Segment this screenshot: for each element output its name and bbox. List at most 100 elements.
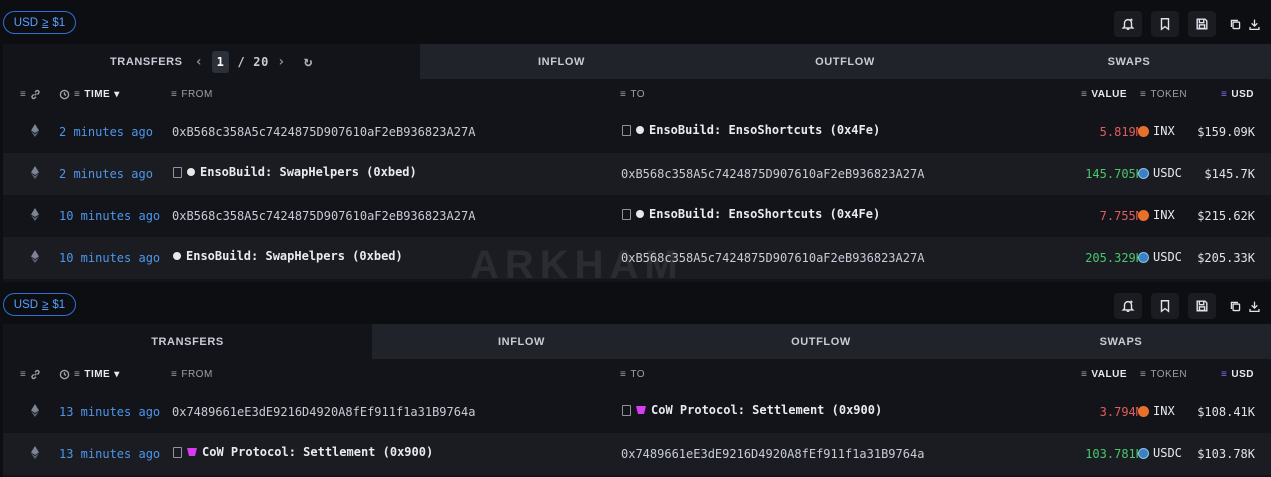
copy-icon[interactable] xyxy=(1229,18,1242,31)
tab-outflow[interactable]: OUTFLOW xyxy=(703,44,987,79)
header-to[interactable]: ≡ TO xyxy=(620,89,645,100)
row-from-address[interactable]: 0xB568c358A5c7424875D907610aF2eB936823A2… xyxy=(172,209,475,223)
tab-outflow[interactable]: OUTFLOW xyxy=(671,324,971,359)
row-token[interactable]: INX xyxy=(1138,124,1175,138)
table-row[interactable]: 2 minutes ago EnsoBuild: SwapHelpers (0x… xyxy=(3,153,1271,195)
row-from-address[interactable]: 0xB568c358A5c7424875D907610aF2eB936823A2… xyxy=(172,125,475,139)
token-filter-icon[interactable]: ≡ xyxy=(1140,369,1146,380)
link-icon[interactable] xyxy=(30,369,41,380)
copy-icon[interactable] xyxy=(1229,300,1242,313)
tab-inflow[interactable]: INFLOW xyxy=(372,324,671,359)
header-time[interactable]: ≡ TIME ▾ xyxy=(59,89,120,100)
table-row[interactable]: 10 minutes ago 0xB568c358A5c7424875D9076… xyxy=(3,195,1271,237)
alert-button[interactable] xyxy=(1114,293,1142,319)
time-filter-icon[interactable]: ≡ xyxy=(74,369,80,380)
row-from-entity[interactable]: EnsoBuild: SwapHelpers (0xbed) xyxy=(173,165,417,179)
row-to-entity[interactable]: CoW Protocol: Settlement (0x900) xyxy=(622,403,882,417)
header-time[interactable]: ≡ TIME ▾ xyxy=(59,369,120,380)
alert-button[interactable] xyxy=(1114,11,1142,37)
sort-desc-icon[interactable]: ▾ xyxy=(114,369,120,380)
row-time[interactable]: 2 minutes ago xyxy=(59,167,153,181)
prev-page-icon[interactable]: ‹ xyxy=(195,54,204,70)
row-from-entity[interactable]: CoW Protocol: Settlement (0x900) xyxy=(173,445,433,459)
cow-protocol-logo-icon xyxy=(636,406,646,414)
filter-icon[interactable]: ≡ xyxy=(20,89,26,100)
table-row[interactable]: 13 minutes ago CoW Protocol: Settlement … xyxy=(3,433,1271,475)
table-row[interactable]: 2 minutes ago 0xB568c358A5c7424875D90761… xyxy=(3,111,1271,153)
save-button[interactable] xyxy=(1188,293,1216,319)
token-filter-icon[interactable]: ≡ xyxy=(1140,89,1146,100)
save-button[interactable] xyxy=(1188,11,1216,37)
bookmark-button[interactable] xyxy=(1151,293,1179,319)
tab-swaps[interactable]: SWAPS xyxy=(987,44,1271,79)
usd-filter-amount: $1 xyxy=(52,16,66,29)
filter-icon[interactable]: ≡ xyxy=(20,369,26,380)
row-token[interactable]: INX xyxy=(1138,404,1175,418)
usd-filter-pill[interactable]: USD ≥ $1 xyxy=(3,11,76,34)
header-usd[interactable]: ≡ USD xyxy=(1221,89,1254,100)
row-to-entity[interactable]: EnsoBuild: EnsoShortcuts (0x4Fe) xyxy=(622,207,880,221)
header-token[interactable]: ≡ TOKEN xyxy=(1140,89,1187,100)
value-filter-icon[interactable]: ≡ xyxy=(1081,369,1087,380)
to-filter-icon[interactable]: ≡ xyxy=(620,369,626,380)
from-filter-icon[interactable]: ≡ xyxy=(171,89,177,100)
bookmark-button[interactable] xyxy=(1151,11,1179,37)
next-page-icon[interactable]: › xyxy=(277,54,286,70)
current-page[interactable]: 1 xyxy=(211,50,230,73)
header-value[interactable]: ≡ VALUE xyxy=(1081,89,1127,100)
row-time[interactable]: 13 minutes ago xyxy=(59,447,160,461)
download-icon[interactable] xyxy=(1248,300,1261,313)
refresh-icon[interactable]: ↻ xyxy=(304,54,313,70)
row-time[interactable]: 10 minutes ago xyxy=(59,209,160,223)
ethereum-chain-icon xyxy=(31,208,39,221)
row-token[interactable]: USDC xyxy=(1138,446,1182,460)
sort-desc-icon[interactable]: ▾ xyxy=(114,89,120,100)
tab-transfers[interactable]: TRANSFERS xyxy=(3,324,372,359)
tab-inflow[interactable]: INFLOW xyxy=(420,44,703,79)
row-from-address[interactable]: 0x7489661eE3dE9216D4920A8fEf911f1a31B976… xyxy=(172,405,475,419)
header-token[interactable]: ≡ TOKEN xyxy=(1140,369,1187,380)
usd-filter-label: USD xyxy=(13,16,39,29)
usdc-token-icon xyxy=(1138,251,1149,263)
to-filter-icon[interactable]: ≡ xyxy=(620,89,626,100)
row-from-label: CoW Protocol: Settlement (0x900) xyxy=(202,445,434,459)
header-to[interactable]: ≡ TO xyxy=(620,369,645,380)
row-to-address[interactable]: 0xB568c358A5c7424875D907610aF2eB936823A2… xyxy=(621,167,924,181)
tab-swaps-label: SWAPS xyxy=(1099,335,1143,348)
link-icon[interactable] xyxy=(30,89,41,100)
from-filter-icon[interactable]: ≡ xyxy=(171,369,177,380)
table-row[interactable]: 13 minutes ago 0x7489661eE3dE9216D4920A8… xyxy=(3,391,1271,433)
tab-swaps[interactable]: SWAPS xyxy=(971,324,1271,359)
usd-filter-icon[interactable]: ≡ xyxy=(1221,89,1227,100)
row-token[interactable]: USDC xyxy=(1138,166,1182,180)
usd-filter-pill[interactable]: USD ≥ $1 xyxy=(3,293,76,316)
row-token-label: INX xyxy=(1153,124,1175,138)
header-from[interactable]: ≡ FROM xyxy=(171,89,213,100)
header-value-label: VALUE xyxy=(1091,89,1127,100)
header-value[interactable]: ≡ VALUE xyxy=(1081,369,1127,380)
time-filter-icon[interactable]: ≡ xyxy=(74,89,80,100)
usd-filter-op: ≥ xyxy=(42,298,49,311)
tab-swaps-label: SWAPS xyxy=(1107,55,1151,68)
value-filter-icon[interactable]: ≡ xyxy=(1081,89,1087,100)
row-token-label: INX xyxy=(1153,208,1175,222)
row-time[interactable]: 2 minutes ago xyxy=(59,125,153,139)
row-from-entity[interactable]: EnsoBuild: SwapHelpers (0xbed) xyxy=(173,249,403,263)
row-time[interactable]: 13 minutes ago xyxy=(59,405,160,419)
row-time[interactable]: 10 minutes ago xyxy=(59,251,160,265)
transfers-panel-1: USD ≥ $1 TRANSFERS ‹ 1 / 20 › ↻ INFLOW O… xyxy=(0,0,1271,287)
download-icon[interactable] xyxy=(1248,18,1261,31)
header-usd[interactable]: ≡ USD xyxy=(1221,369,1254,380)
row-value: 205.329K xyxy=(1085,251,1143,265)
header-from[interactable]: ≡ FROM xyxy=(171,369,213,380)
panel-toolbar: USD ≥ $1 xyxy=(0,282,1271,326)
tab-transfers[interactable]: TRANSFERS ‹ 1 / 20 › ↻ xyxy=(3,44,420,79)
tab-inflow-label: INFLOW xyxy=(498,335,545,348)
usd-filter-icon[interactable]: ≡ xyxy=(1221,369,1227,380)
row-to-address[interactable]: 0x7489661eE3dE9216D4920A8fEf911f1a31B976… xyxy=(621,447,924,461)
row-token[interactable]: INX xyxy=(1138,208,1175,222)
row-from-label: EnsoBuild: SwapHelpers (0xbed) xyxy=(186,249,403,263)
row-token[interactable]: USDC xyxy=(1138,250,1182,264)
panel-toolbar: USD ≥ $1 xyxy=(0,0,1271,44)
row-to-entity[interactable]: EnsoBuild: EnsoShortcuts (0x4Fe) xyxy=(622,123,880,137)
